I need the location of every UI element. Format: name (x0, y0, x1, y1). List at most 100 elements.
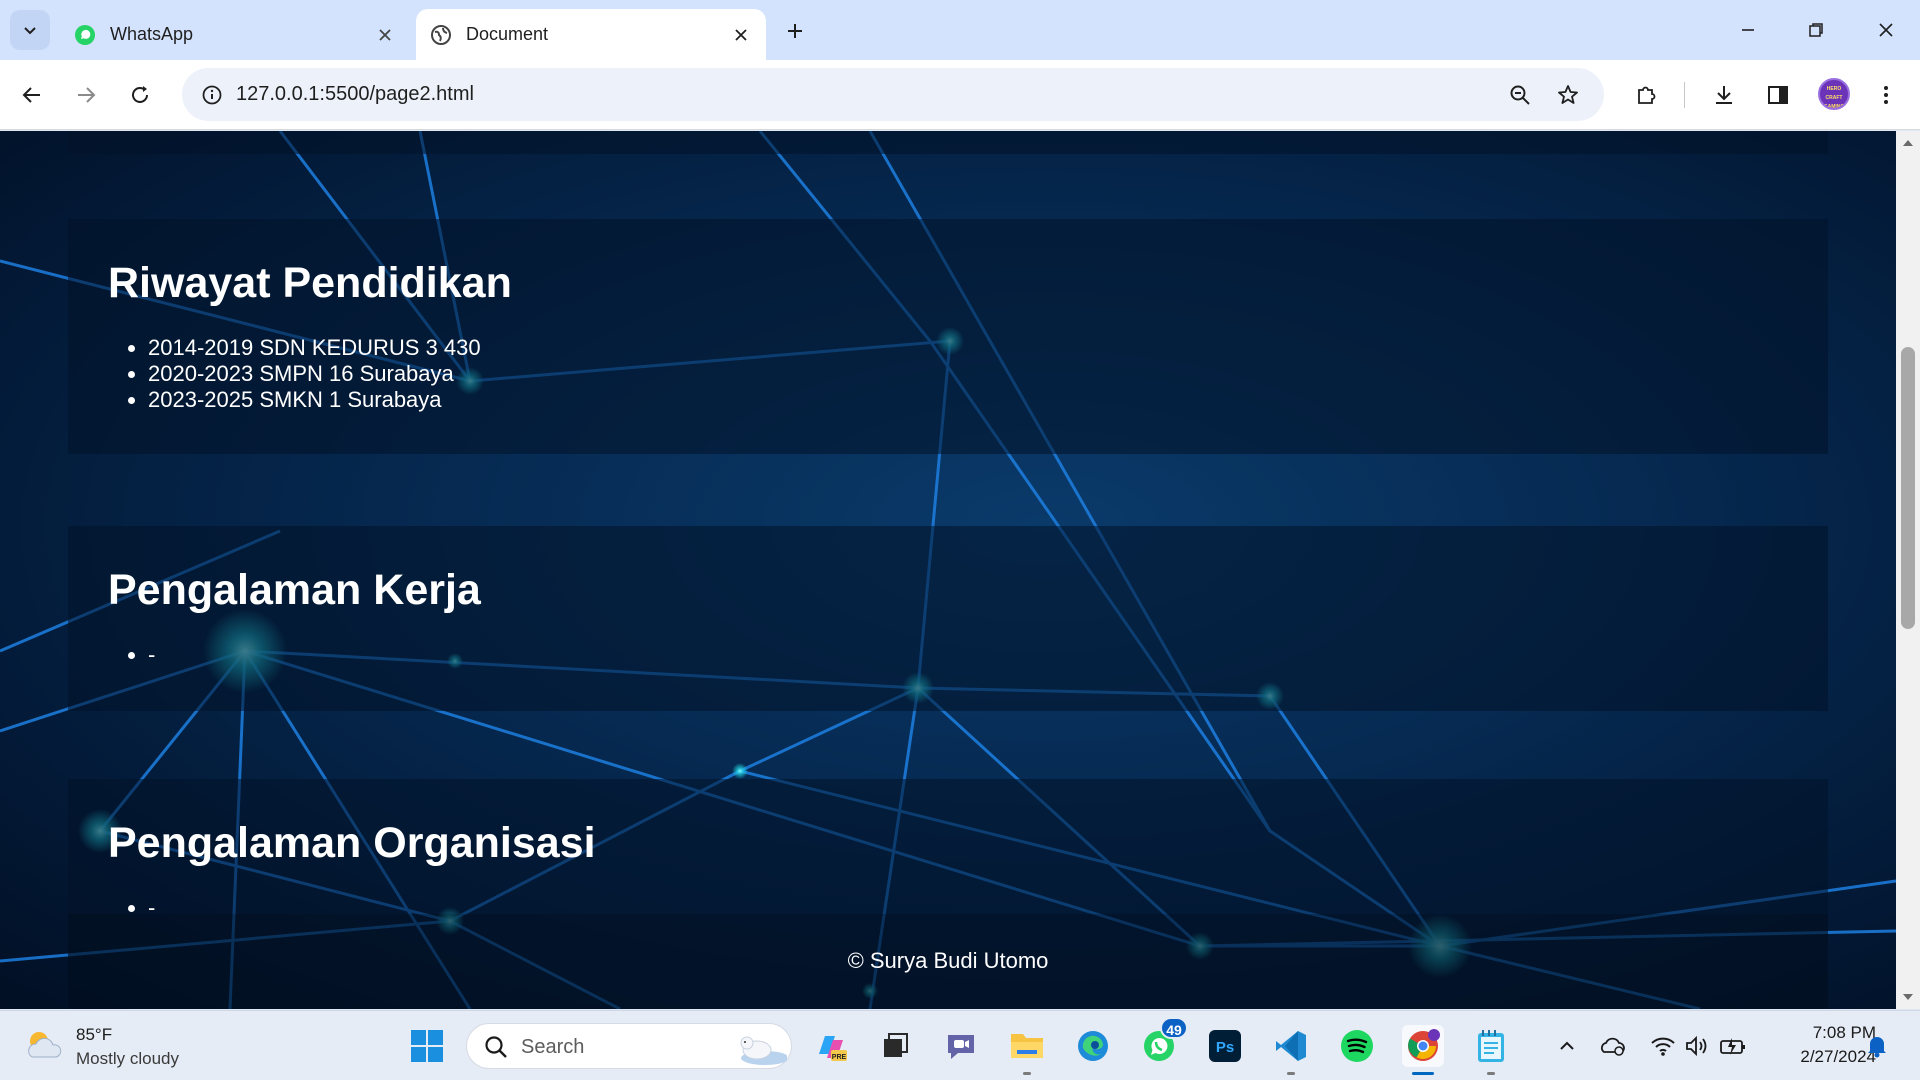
onedrive-tray-button[interactable] (1598, 1031, 1628, 1061)
globe-icon (431, 24, 451, 45)
chevron-down-icon (24, 27, 36, 35)
close-tab-icon[interactable] (730, 24, 752, 46)
taskbar-search[interactable]: Search (466, 1023, 792, 1069)
whatsapp-icon (75, 24, 95, 45)
notification-badge: 49 (1160, 1017, 1188, 1039)
close-tab-icon[interactable] (374, 24, 396, 46)
puzzle-icon (1638, 86, 1656, 104)
spotify-button[interactable] (1336, 1025, 1378, 1067)
weather-widget[interactable]: 85°F Mostly cloudy (24, 1021, 224, 1071)
notifications-button[interactable] (1862, 1031, 1892, 1061)
back-button[interactable] (12, 75, 52, 115)
page-footer: © Surya Budi Utomo (68, 914, 1828, 1009)
scrollbar-thumb[interactable] (1901, 347, 1915, 629)
minimize-button[interactable] (1728, 10, 1768, 50)
tab-document[interactable]: Document (416, 9, 766, 60)
taskbar-clock[interactable]: 7:08 PM 2/27/2024 (1766, 1021, 1876, 1069)
minimize-icon (1742, 29, 1754, 31)
reload-button[interactable] (120, 75, 160, 115)
windows-start-icon (411, 1030, 443, 1062)
notepad-icon (1478, 1030, 1504, 1062)
downloads-button[interactable] (1704, 75, 1744, 115)
side-panel-button[interactable] (1758, 75, 1798, 115)
svg-text:PRE: PRE (832, 1054, 847, 1061)
section-panel-top (68, 131, 1828, 154)
polar-bear-search-highlight-icon (740, 1036, 787, 1065)
photoshop-button[interactable]: Ps (1204, 1025, 1246, 1067)
copilot-button[interactable]: PRE (810, 1025, 852, 1067)
wifi-icon (1651, 1037, 1675, 1056)
download-icon (1716, 86, 1732, 104)
teams-chat-button[interactable] (940, 1025, 982, 1067)
close-window-button[interactable] (1866, 10, 1906, 50)
education-list: 2014-2019 SDN KEDURUS 3 430 2020-2023 SM… (148, 335, 481, 413)
cloud-sync-icon (1601, 1037, 1625, 1056)
section-title: Pengalaman Organisasi (108, 819, 596, 867)
scroll-down-icon[interactable] (1900, 989, 1916, 1005)
chrome-button[interactable] (1402, 1025, 1444, 1075)
profile-avatar[interactable]: HERO CRAFT GAMING (1818, 78, 1850, 110)
work-list: - (148, 642, 155, 668)
active-indicator (1412, 1072, 1434, 1075)
vscode-button[interactable] (1270, 1025, 1312, 1075)
list-item: - (148, 642, 155, 668)
file-explorer-button[interactable] (1006, 1025, 1048, 1075)
section-title: Pengalaman Kerja (108, 566, 481, 614)
url-text[interactable]: 127.0.0.1:5500/page2.html (236, 83, 474, 106)
menu-button[interactable] (1866, 75, 1906, 115)
forward-button[interactable] (66, 75, 106, 115)
page-viewport: Riwayat Pendidikan 2014-2019 SDN KEDURUS… (0, 131, 1896, 1009)
reload-icon (132, 86, 148, 103)
more-vert-icon (1884, 86, 1888, 104)
speaker-icon (1686, 1035, 1707, 1057)
star-icon (1558, 85, 1578, 104)
weather-description: Mostly cloudy (76, 1049, 179, 1068)
section-education: Riwayat Pendidikan 2014-2019 SDN KEDURUS… (68, 219, 1828, 454)
vscode-icon (1276, 1031, 1306, 1061)
tab-title: WhatsApp (110, 24, 194, 44)
scroll-up-icon[interactable] (1900, 135, 1916, 151)
partly-cloudy-icon (28, 1032, 62, 1058)
chrome-icon (1408, 1029, 1440, 1061)
plus-icon (788, 24, 802, 38)
page-scrollbar[interactable] (1896, 131, 1920, 1009)
windows-taskbar: 85°F Mostly cloudy Search PRE 49 Ps 7:08… (0, 1010, 1920, 1080)
arrow-left-icon (22, 87, 40, 103)
battery-tray-button[interactable] (1718, 1031, 1748, 1061)
restore-button[interactable] (1796, 10, 1836, 50)
section-organization-experience: Pengalaman Organisasi - (68, 779, 1828, 920)
extensions-button[interactable] (1626, 75, 1666, 115)
site-info-button[interactable] (194, 77, 230, 113)
running-indicator (1287, 1072, 1295, 1075)
zoom-out-icon (1510, 85, 1530, 105)
info-icon (202, 85, 222, 105)
tab-whatsapp[interactable]: WhatsApp (60, 9, 410, 60)
list-item: 2014-2019 SDN KEDURUS 3 430 (148, 335, 481, 361)
section-work-experience: Pengalaman Kerja - (68, 526, 1828, 711)
toolbar-separator (1684, 82, 1685, 108)
whatsapp-taskbar-button[interactable]: 49 (1138, 1017, 1188, 1067)
arrow-right-icon (78, 87, 96, 103)
volume-tray-button[interactable] (1682, 1031, 1712, 1061)
search-icon (485, 1036, 507, 1058)
start-button[interactable] (406, 1025, 448, 1067)
list-item: 2020-2023 SMPN 16 Surabaya (148, 361, 481, 387)
zoom-button[interactable] (1502, 77, 1538, 113)
notepad-button[interactable] (1470, 1025, 1512, 1075)
list-item: 2023-2025 SMKN 1 Surabaya (148, 387, 481, 413)
task-view-button[interactable] (874, 1025, 916, 1067)
task-view-icon (884, 1033, 908, 1057)
section-title: Riwayat Pendidikan (108, 259, 512, 307)
edge-button[interactable] (1072, 1025, 1114, 1067)
bookmark-button[interactable] (1550, 77, 1586, 113)
tab-search-button[interactable] (10, 10, 50, 50)
weather-temperature: 85°F (76, 1025, 113, 1044)
show-hidden-icons-button[interactable] (1552, 1031, 1582, 1061)
running-indicator (1487, 1072, 1495, 1075)
copilot-icon: PRE (819, 1036, 847, 1061)
address-bar[interactable]: 127.0.0.1:5500/page2.html (182, 68, 1604, 121)
browser-toolbar: 127.0.0.1:5500/page2.html HERO CRAFT GAM… (0, 60, 1920, 130)
wifi-tray-button[interactable] (1648, 1031, 1678, 1061)
running-indicator (1023, 1072, 1031, 1075)
new-tab-button[interactable] (780, 16, 810, 46)
